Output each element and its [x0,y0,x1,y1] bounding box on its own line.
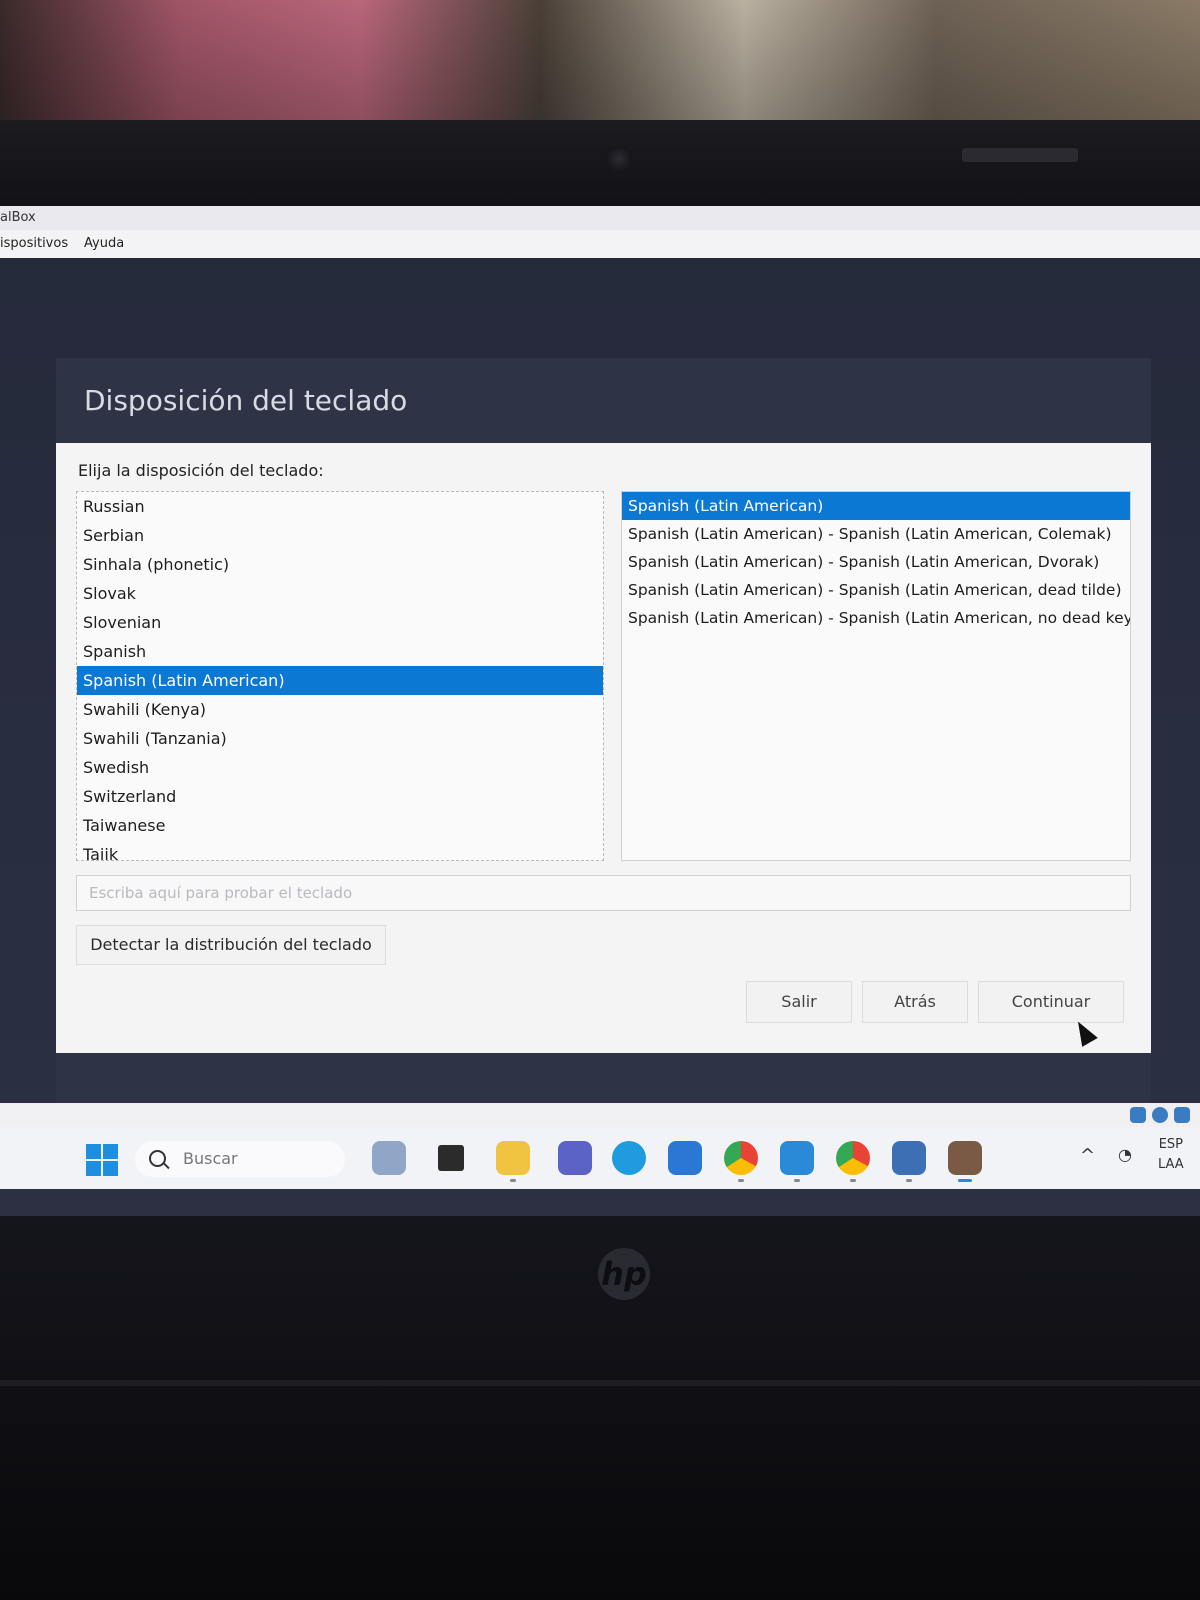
menu-help[interactable]: Ayuda [84,230,124,258]
laptop-hinge [0,1380,1200,1386]
webcam [606,146,632,172]
virtualbox-titlebar: alBox [0,206,1200,230]
language-indicator[interactable]: ESP LAA [1158,1135,1184,1175]
virtualbox-icon[interactable] [372,1141,406,1175]
teams-icon[interactable] [558,1141,592,1175]
layout-list-item[interactable]: Spanish (Latin American) [77,666,603,695]
installer-window: Disposición del teclado Elija la disposi… [56,358,1151,1108]
page-title: Disposición del teclado [84,384,408,417]
laptop-top-bezel [0,120,1200,210]
bezel-sensor [962,148,1078,162]
layout-list-item[interactable]: Switzerland [77,782,603,811]
photo-shade [0,0,1200,130]
layout-list-item[interactable]: Swahili (Kenya) [77,695,603,724]
layout-list-item[interactable]: Russian [77,492,603,521]
audio-icon[interactable] [1174,1107,1190,1123]
tray-chevron-icon[interactable]: ^ [1080,1145,1095,1166]
taskbar-search[interactable]: Buscar [135,1141,345,1177]
chrome-profile-icon[interactable] [836,1141,870,1182]
layout-list-item[interactable]: Swahili (Tanzania) [77,724,603,753]
running-vm-icon[interactable] [948,1141,982,1182]
layout-prompt: Elija la disposición del teclado: [78,461,324,480]
virtualbox-menubar: ispositivos Ayuda [0,230,1200,258]
layout-list-item[interactable]: Slovak [77,579,603,608]
windows-start-icon[interactable] [86,1144,118,1176]
search-placeholder: Buscar [183,1149,238,1168]
vm-display: Disposición del teclado Elija la disposi… [0,258,1200,1108]
chrome-icon[interactable] [724,1141,758,1182]
detect-layout-button[interactable]: Detectar la distribución del teclado [76,925,386,965]
variant-list-item[interactable]: Spanish (Latin American) - Spanish (Lati… [622,548,1130,576]
variant-list-item[interactable]: Spanish (Latin American) - Spanish (Lati… [622,604,1130,632]
variant-list-item[interactable]: Spanish (Latin American) - Spanish (Lati… [622,576,1130,604]
keyboard-test-input[interactable] [76,875,1131,911]
layout-list-item[interactable]: Swedish [77,753,603,782]
variant-list[interactable]: Spanish (Latin American) Spanish (Latin A… [621,491,1131,861]
layout-list-item[interactable]: Spanish [77,637,603,666]
storage-icon[interactable] [1130,1107,1146,1123]
quit-button[interactable]: Salir [746,981,852,1023]
variant-list-item[interactable]: Spanish (Latin American) - Spanish (Lati… [622,520,1130,548]
keyboard-layout-code: LAA [1158,1157,1184,1172]
layout-list-item[interactable]: Tajik [77,840,603,860]
virtualbox-statusbar [0,1103,1200,1127]
layout-list-item[interactable]: Sinhala (phonetic) [77,550,603,579]
optical-drive-icon[interactable] [1152,1107,1168,1123]
layout-list-item[interactable]: Slovenian [77,608,603,637]
back-button[interactable]: Atrás [862,981,968,1023]
network-icon[interactable]: ◔ [1118,1145,1132,1164]
windows-taskbar: Buscar ^ ◔ ESP LAA [0,1127,1200,1189]
file-explorer-icon[interactable] [496,1141,530,1182]
virtualbox-manager-icon[interactable] [892,1141,926,1182]
layout-list-item[interactable]: Serbian [77,521,603,550]
variant-list-item[interactable]: Spanish (Latin American) [622,492,1130,520]
language-code: ESP [1158,1137,1183,1152]
edge-icon[interactable] [612,1141,646,1175]
menu-devices[interactable]: ispositivos [0,230,68,258]
continue-button[interactable]: Continuar [978,981,1124,1023]
keyboard-layout-dialog: Elija la disposición del teclado: Russia… [56,443,1151,1053]
search-icon [149,1150,166,1167]
terminal-icon[interactable] [438,1145,464,1171]
vscode-icon[interactable] [780,1141,814,1182]
laptop-screen: alBox ispositivos Ayuda Disposición del … [0,206,1200,1216]
store-icon[interactable] [668,1141,702,1175]
layout-list-item[interactable]: Taiwanese [77,811,603,840]
hp-logo: hp [598,1248,650,1300]
layout-list[interactable]: Russian Serbian Sinhala (phonetic) Slovak Sl… [76,491,604,861]
window-title: alBox [0,210,36,225]
